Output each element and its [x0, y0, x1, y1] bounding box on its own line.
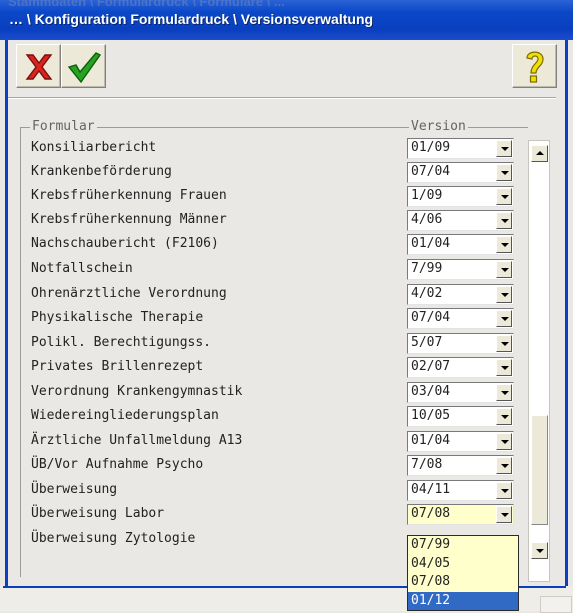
scroll-down-button[interactable] [531, 542, 548, 559]
chevron-down-icon[interactable] [496, 506, 512, 523]
cancel-button[interactable] [16, 44, 61, 88]
ok-button[interactable] [61, 44, 106, 88]
version-select[interactable]: 01/04 [407, 431, 514, 452]
form-label: Polikl. Berechtigungss. [31, 335, 212, 350]
form-label: Konsiliarbericht [31, 140, 157, 155]
version-select[interactable]: 4/06 [407, 210, 514, 231]
chevron-down-icon[interactable] [496, 310, 512, 327]
form-label: ÜB/Vor Aufnahme Psycho [31, 457, 204, 472]
scroll-up-button[interactable] [531, 145, 548, 162]
version-value: 01/04 [411, 433, 451, 448]
version-select[interactable]: 7/99 [407, 259, 514, 280]
yellow-question-icon [526, 51, 544, 83]
help-button[interactable] [512, 44, 557, 88]
version-select[interactable]: 02/07 [407, 357, 514, 378]
version-select[interactable]: 07/04 [407, 308, 514, 329]
version-select[interactable]: 10/05 [407, 406, 514, 427]
version-value: 07/08 [411, 506, 451, 521]
form-label: Ohrenärztliche Verordnung [31, 286, 227, 301]
chevron-down-icon[interactable] [496, 482, 512, 499]
chevron-down-icon[interactable] [496, 384, 512, 401]
version-value: 7/08 [411, 457, 443, 472]
form-label: Überweisung Labor [31, 506, 165, 521]
version-select[interactable]: 07/08 [407, 504, 514, 525]
chevron-down-icon[interactable] [496, 212, 512, 229]
version-select[interactable]: 04/11 [407, 480, 514, 501]
version-select[interactable]: 03/04 [407, 382, 514, 403]
chevron-down-icon[interactable] [496, 359, 512, 376]
version-value: 1/09 [411, 188, 443, 203]
dropdown-option[interactable]: 07/08 [408, 573, 518, 591]
chevron-down-icon[interactable] [496, 286, 512, 303]
form-label: Ärztliche Unfallmeldung A13 [31, 433, 243, 448]
version-select[interactable]: 01/09 [407, 138, 514, 159]
form-label: Überweisung Zytologie [31, 531, 196, 546]
version-select[interactable]: 7/08 [407, 455, 514, 476]
version-value: 10/05 [411, 408, 451, 423]
form-label: Krankenbeförderung [31, 164, 172, 179]
version-select[interactable]: 1/09 [407, 186, 514, 207]
vertical-scrollbar[interactable] [528, 140, 550, 582]
version-value: 01/09 [411, 140, 451, 155]
version-select[interactable]: 01/04 [407, 234, 514, 255]
dropdown-option[interactable]: 07/99 [408, 536, 518, 554]
form-label: Nachschaubericht (F2106) [31, 236, 219, 251]
form-label: Überweisung [31, 482, 118, 497]
version-value: 01/04 [411, 236, 451, 251]
version-value: 4/06 [411, 212, 443, 227]
version-value: 03/04 [411, 384, 451, 399]
dropdown-option[interactable]: 01/12 [408, 591, 518, 610]
form-label: Krebsfrüherkennung Frauen [31, 188, 227, 203]
version-value: 02/07 [411, 359, 451, 374]
version-value: 07/04 [411, 310, 451, 325]
background-window-title: Stammdaten \ Formulardruck \ Formulare \… [8, 0, 285, 9]
title-bar: Stammdaten \ Formulardruck \ Formulare \… [0, 0, 573, 40]
form-label: Verordnung Krankengymnastik [31, 384, 243, 399]
column-header-version: Version [409, 119, 468, 134]
dropdown-option[interactable]: 04/05 [408, 555, 518, 573]
form-label: Notfallschein [31, 261, 133, 276]
chevron-down-icon[interactable] [496, 188, 512, 205]
version-dropdown-list[interactable]: 07/99 04/05 07/08 01/12 [407, 535, 519, 611]
chevron-down-icon[interactable] [496, 140, 512, 157]
version-value: 5/07 [411, 335, 443, 350]
chevron-down-icon[interactable] [496, 335, 512, 352]
window-title: … \ Konfiguration Formulardruck \ Versio… [9, 11, 374, 27]
version-select[interactable]: 5/07 [407, 333, 514, 354]
form-label: Physikalische Therapie [31, 310, 204, 325]
chevron-down-icon[interactable] [496, 164, 512, 181]
version-select[interactable]: 07/04 [407, 162, 514, 183]
red-x-icon [25, 54, 53, 80]
chevron-down-icon[interactable] [496, 433, 512, 450]
chevron-down-icon[interactable] [496, 236, 512, 253]
form-label: Privates Brillenrezept [31, 359, 204, 374]
version-value: 04/11 [411, 482, 451, 497]
toolbar-separator [8, 97, 556, 99]
bottom-right-button[interactable] [540, 596, 572, 613]
version-value: 7/99 [411, 261, 443, 276]
green-check-icon [67, 52, 102, 84]
version-value: 07/04 [411, 164, 451, 179]
chevron-down-icon[interactable] [496, 261, 512, 278]
form-label: Krebsfrüherkennung Männer [31, 212, 227, 227]
scrollbar-thumb[interactable] [531, 415, 548, 525]
version-select[interactable]: 4/02 [407, 284, 514, 305]
chevron-down-icon[interactable] [496, 408, 512, 425]
chevron-down-icon[interactable] [496, 457, 512, 474]
form-label: Wiedereingliederungsplan [31, 408, 219, 423]
version-value: 4/02 [411, 286, 443, 301]
column-header-formular: Formular [30, 119, 97, 134]
